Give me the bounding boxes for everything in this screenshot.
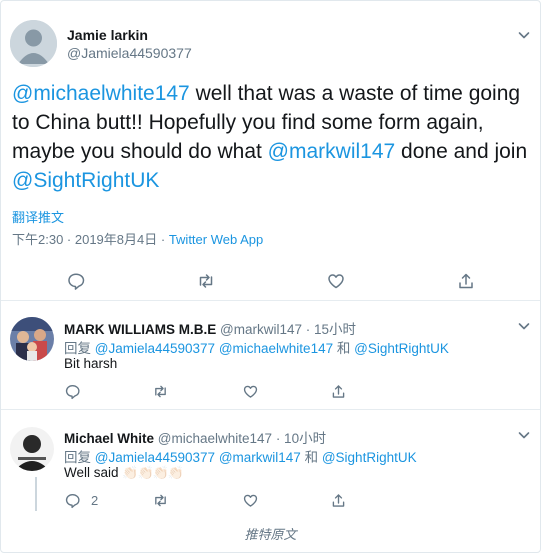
mention-link[interactable]: @markwil147: [268, 140, 396, 163]
heart-icon: [243, 385, 258, 398]
tweet-text-part: done and join: [395, 140, 528, 163]
tweet-actions: [1, 270, 540, 292]
clapping-emoji: 👏🏻👏🏻👏🏻👏🏻: [122, 465, 184, 480]
mention-link[interactable]: @markwil147: [219, 450, 301, 465]
reply-icon: [68, 273, 85, 290]
heart-icon: [243, 494, 258, 507]
share-icon: [332, 384, 345, 398]
heart-icon: [328, 274, 344, 289]
mention-link[interactable]: @SightRightUK: [12, 169, 159, 192]
reply-text: Well said: [64, 465, 119, 480]
reply-header: MARK WILLIAMS M.B.E @markwil147 · 15小时: [64, 318, 356, 338]
retweet-button[interactable]: [152, 380, 169, 402]
share-icon: [332, 493, 345, 507]
mention-link[interactable]: @SightRightUK: [354, 341, 449, 356]
chevron-down-icon[interactable]: [516, 427, 532, 443]
default-avatar[interactable]: [10, 20, 57, 67]
reply-avatar[interactable]: [10, 317, 54, 361]
translate-tweet-link[interactable]: 翻译推文: [12, 207, 64, 226]
mention-link[interactable]: @Jamiela44590377: [95, 450, 215, 465]
reply-count: 2: [91, 492, 99, 508]
reply-prefix: 回复: [64, 450, 91, 465]
replying-to: 回复 @Jamiela44590377 @markwil147 和 @Sight…: [64, 446, 417, 466]
mention-link[interactable]: @michaelwhite147: [12, 82, 190, 105]
reply-icon: [65, 493, 80, 508]
reply-actions: 2: [1, 489, 540, 509]
share-button[interactable]: [330, 380, 347, 402]
share-icon: [459, 273, 473, 289]
mention-link[interactable]: @SightRightUK: [322, 450, 417, 465]
like-button[interactable]: [326, 270, 346, 292]
share-button[interactable]: [456, 270, 476, 292]
retweet-icon: [155, 494, 166, 506]
reply-text: Bit harsh: [64, 356, 118, 371]
reply-time[interactable]: · 10小时: [276, 431, 326, 446]
reply-avatar[interactable]: [10, 427, 54, 471]
tweet-source-link[interactable]: Twitter Web App: [169, 232, 263, 247]
author-name[interactable]: Jamie larkin: [67, 27, 148, 43]
reply-author-handle[interactable]: @markwil147: [220, 322, 302, 337]
share-button[interactable]: [330, 489, 347, 511]
reply-button[interactable]: 2: [64, 489, 98, 511]
replying-to: 回复 @Jamiela44590377 @michaelwhite147 和 @…: [64, 337, 449, 357]
author-handle[interactable]: @Jamiela44590377: [67, 45, 192, 61]
reply-actions: [1, 380, 540, 400]
reply-and: 和: [304, 450, 319, 465]
thread-connector-line: [35, 477, 37, 511]
main-tweet: Jamie larkin @Jamiela44590377 @michaelwh…: [1, 1, 540, 301]
retweet-button[interactable]: [152, 489, 169, 511]
retweet-icon: [199, 274, 213, 288]
original-tweet-footer[interactable]: 推特原文: [1, 524, 540, 543]
like-button[interactable]: [242, 380, 259, 402]
mention-link[interactable]: @Jamiela44590377: [95, 341, 215, 356]
reply-icon: [65, 384, 80, 399]
like-button[interactable]: [242, 489, 259, 511]
reply-prefix: 回复: [64, 341, 91, 356]
reply-author-name[interactable]: MARK WILLIAMS M.B.E: [64, 322, 216, 337]
tweet-card: Jamie larkin @Jamiela44590377 @michaelwh…: [0, 0, 541, 553]
mention-link[interactable]: @michaelwhite147: [219, 341, 333, 356]
tweet-meta: 下午2:30 · 2019年8月4日 · Twitter Web App: [12, 229, 263, 248]
tweet-timestamp[interactable]: 下午2:30 · 2019年8月4日: [12, 232, 157, 247]
reply-button[interactable]: [66, 270, 86, 292]
reply-author-handle[interactable]: @michaelwhite147: [158, 431, 272, 446]
reply-header: Michael White @michaelwhite147 · 10小时: [64, 427, 326, 447]
reply-and: 和: [336, 341, 351, 356]
reply-tweet: MARK WILLIAMS M.B.E @markwil147 · 15小时 回…: [1, 301, 540, 410]
retweet-icon: [155, 385, 166, 397]
meta-separator: ·: [157, 232, 169, 247]
chevron-down-icon[interactable]: [516, 318, 532, 334]
reply-author-name[interactable]: Michael White: [64, 431, 154, 446]
chevron-down-icon[interactable]: [516, 27, 532, 43]
retweet-button[interactable]: [196, 270, 216, 292]
reply-time[interactable]: · 15小时: [306, 322, 356, 337]
reply-tweet: Michael White @michaelwhite147 · 10小时 回复…: [1, 410, 540, 520]
reply-text-line: Well said 👏🏻👏🏻👏🏻👏🏻: [64, 465, 184, 481]
reply-button[interactable]: [64, 380, 81, 402]
tweet-text: @michaelwhite147 well that was a waste o…: [12, 79, 532, 195]
